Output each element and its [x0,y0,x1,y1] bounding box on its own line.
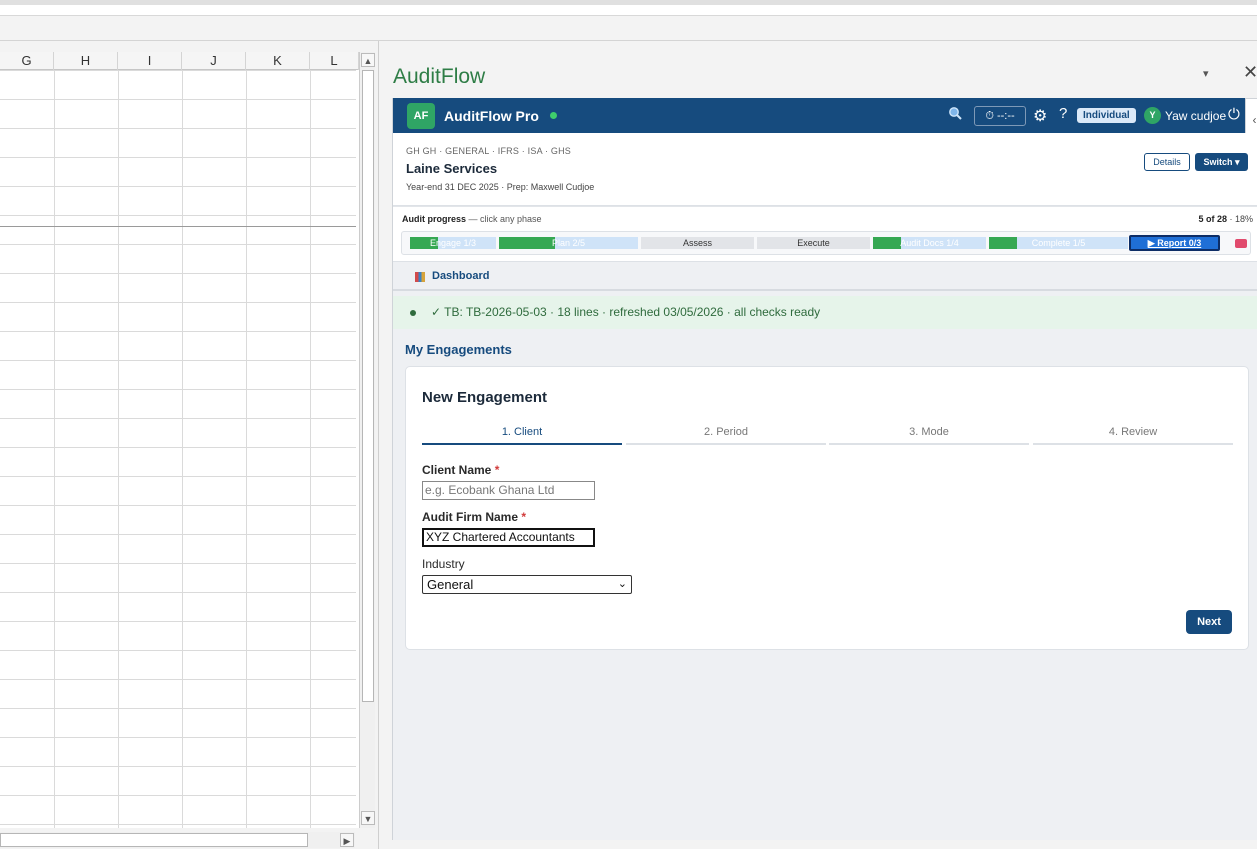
scroll-right-arrow-icon[interactable]: ▶ [340,833,354,847]
column-header[interactable]: H [54,52,118,70]
required-mark: * [521,510,527,524]
app-header: AF AuditFlow Pro ⏱ --:-- ⚙ ? Individual … [393,98,1257,133]
addin-frame: AF AuditFlow Pro ⏱ --:-- ⚙ ? Individual … [392,98,1257,840]
client-card: GH GH · GENERAL · IFRS · ISA · GHS Laine… [393,133,1257,206]
avatar[interactable]: Y [1144,107,1161,124]
scroll-thumb[interactable] [362,70,374,702]
vertical-scrollbar[interactable]: ▲ ▼ [359,52,375,828]
wizard-steps: 1. Client 2. Period 3. Mode 4. Review [422,425,1233,445]
column-header[interactable]: I [118,52,182,70]
client-name-input[interactable]: e.g. Ecobank Ghana Ltd [422,481,595,500]
progress-title-text: Audit progress [402,214,467,224]
phase-audit-docs[interactable]: Audit Docs 1/4 [873,237,986,249]
phase-label: Complete 1/5 [1031,238,1086,248]
scroll-thumb[interactable] [0,833,308,847]
tb-status-text: ✓ TB: TB-2026-05-03 · 18 lines · refresh… [431,305,821,319]
online-status-icon [550,112,557,119]
border-line [0,226,356,227]
switch-button[interactable]: Switch ▾ [1195,153,1248,171]
client-tags: GH GH · GENERAL · IFRS · ISA · GHS [406,146,571,156]
phase-label: Engage 1/3 [429,238,477,248]
phase-execute[interactable]: Execute [757,237,870,249]
step-client[interactable]: 1. Client [422,425,622,445]
client-name: Laine Services [406,161,498,176]
step-mode[interactable]: 3. Mode [829,425,1029,445]
industry-label: Industry [422,557,465,571]
column-header[interactable]: L [310,52,359,70]
phase-label: Assess [682,238,712,248]
next-button[interactable]: Next [1186,610,1232,634]
phase-label: Plan 2/5 [551,238,586,248]
task-pane: AuditFlow ▾ ✕ AF AuditFlow Pro ⏱ --:-- ⚙… [379,41,1257,849]
phase-engage[interactable]: Engage 1/3 [410,237,496,249]
toolbox-icon[interactable] [1235,239,1247,248]
industry-selected-value: General [427,577,474,592]
phase-label: Execute [797,238,830,248]
scroll-up-arrow-icon[interactable]: ▲ [361,53,375,67]
column-headers: G H I J K L [0,52,359,70]
client-meta: Year-end 31 DEC 2025 · Prep: Maxwell Cud… [406,182,595,192]
phase-assess[interactable]: Assess [641,237,754,249]
phase-fill [989,237,1017,249]
spreadsheet-grid[interactable]: G H I J K L [0,52,359,828]
timer-button[interactable]: ⏱ --:-- [974,106,1026,126]
chevron-down-icon: ⌄ [617,578,627,590]
progress-title: Audit progress — click any phase [402,214,542,224]
role-badge: Individual [1077,108,1136,123]
app-name: AuditFlow Pro [444,108,539,124]
phase-report[interactable]: ▶ Report 0/3 [1129,235,1220,251]
app-logo: AF [407,103,435,129]
power-icon[interactable]: ⏻ [1228,106,1240,123]
phase-fill [873,237,902,249]
client-name-label-text: Client Name [422,463,492,477]
horizontal-scrollbar[interactable]: ▶ [0,832,355,848]
progress-hint: — click any phase [468,214,542,224]
step-review[interactable]: 4. Review [1033,425,1233,445]
cell-grid[interactable] [0,70,356,828]
column-header[interactable]: J [182,52,246,70]
ribbon-edge [0,0,1257,16]
scroll-down-arrow-icon[interactable]: ▼ [361,811,375,825]
tb-status-banner: ✓ TB: TB-2026-05-03 · 18 lines · refresh… [393,296,1257,329]
pane-close-icon[interactable]: ✕ [1243,62,1257,83]
progress-count-value: 5 of 28 [1198,214,1227,224]
gear-icon[interactable]: ⚙ [1033,106,1047,126]
firm-name-input[interactable]: XYZ Chartered Accountants [422,528,595,547]
card-title: New Engagement [422,389,548,406]
tab-dashboard[interactable]: Dashboard [432,270,489,282]
help-icon[interactable]: ? [1059,105,1067,122]
progress-percent: · 18% [1229,214,1253,224]
phase-bar: Engage 1/3 Plan 2/5 Assess Execute Audit… [401,231,1251,255]
audit-progress: Audit progress — click any phase 5 of 28… [393,206,1257,262]
phase-label: ▶ Report 0/3 [1147,238,1202,248]
step-period[interactable]: 2. Period [626,425,826,445]
pane-title: AuditFlow [393,65,486,88]
firm-name-label: Audit Firm Name * [422,510,526,524]
formula-bar-area [0,16,1257,41]
firm-name-label-text: Audit Firm Name [422,510,519,524]
required-mark: * [494,463,500,477]
pane-options-chevron-icon[interactable]: ▾ [1203,67,1209,80]
phase-label: Audit Docs 1/4 [900,238,959,248]
new-engagement-card: New Engagement 1. Client 2. Period 3. Mo… [405,366,1249,650]
client-name-label: Client Name * [422,463,499,477]
search-icon[interactable] [948,106,962,123]
section-title: My Engagements [405,342,512,357]
column-header[interactable]: G [0,52,54,70]
phase-plan[interactable]: Plan 2/5 [499,237,638,249]
industry-select[interactable]: General ⌄ [422,575,632,594]
user-name[interactable]: Yaw cudjoe [1165,109,1226,123]
progress-count: 5 of 28 · 18% [1198,214,1253,224]
dashboard-chart-icon [415,272,425,282]
status-dot-icon [410,310,416,316]
phase-fill [499,237,555,249]
details-button[interactable]: Details [1144,153,1190,171]
column-header[interactable]: K [246,52,310,70]
tab-bar: Dashboard [393,263,1257,291]
phase-complete[interactable]: Complete 1/5 [989,237,1128,249]
